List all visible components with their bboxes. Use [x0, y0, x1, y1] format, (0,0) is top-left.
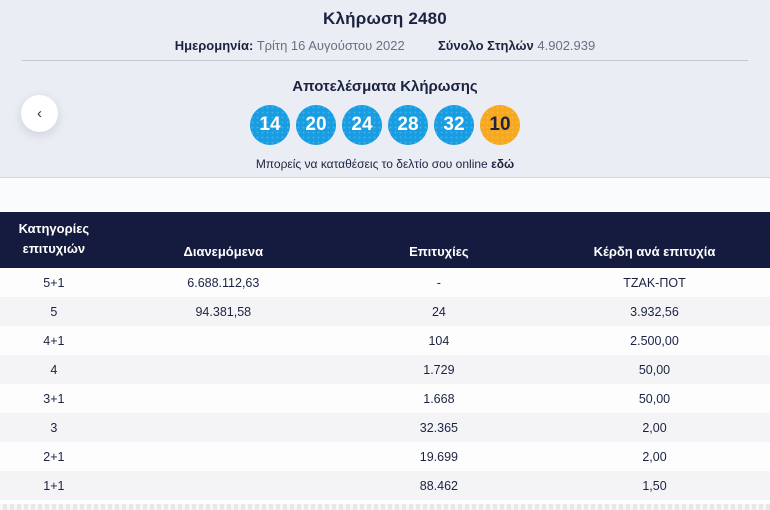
table-row: 3+1 1.668 50,00: [0, 384, 770, 413]
cell-category: 1+1: [43, 478, 65, 493]
cell-winners: 32.365: [419, 420, 458, 435]
column-header-winners: Επιτυχίες: [409, 244, 469, 259]
table-row: 5+1 6.688.112,63 - ΤΖΑΚ-ΠΟΤ: [0, 268, 770, 297]
columns-total-label: Σύνολο Στηλών: [437, 38, 534, 53]
draw-title: Κλήρωση 2480: [323, 9, 447, 28]
header-divider: [22, 60, 748, 61]
cell-winners: 104: [428, 333, 450, 348]
online-submit-link[interactable]: εδώ: [491, 157, 514, 171]
table-row: 4+1 104 2.500,00: [0, 326, 770, 355]
cell-winners: 24: [431, 304, 446, 319]
drawn-number-ball: 14: [250, 105, 290, 145]
cell-winners: 88.462: [419, 478, 458, 493]
cell-category: 2+1: [43, 449, 65, 464]
cell-category: 4: [50, 362, 58, 377]
cell-distributed: 6.688.112,63: [187, 275, 260, 290]
cell-prize: ΤΖΑΚ-ΠΟΤ: [623, 275, 686, 290]
table-row: 2+1 19.699 2,00: [0, 442, 770, 471]
cell-prize: 1,50: [642, 478, 667, 493]
column-header-distributed: Διανεμόμενα: [183, 244, 264, 259]
cell-winners: -: [436, 275, 441, 290]
date-label: Ημερομηνία:: [174, 38, 254, 53]
column-header-prize: Κέρδη ανά επιτυχία: [593, 244, 716, 259]
drawn-number-ball: 32: [434, 105, 474, 145]
cell-category: 4+1: [43, 333, 65, 348]
cell-prize: 2,00: [642, 449, 667, 464]
draw-summary-section: Κλήρωση 2480 Ημερομηνία: Τρίτη 16 Αυγούσ…: [0, 0, 770, 178]
draw-header: Κλήρωση 2480 Ημερομηνία: Τρίτη 16 Αυγούσ…: [0, 0, 770, 55]
cell-prize: 50,00: [638, 362, 671, 377]
previous-draw-button[interactable]: ‹: [21, 95, 58, 132]
columns-total-value: 4.902.939: [537, 38, 596, 53]
draw-results: Αποτελέσματα Κλήρωσης 14 20 24 28 32 10 …: [0, 78, 770, 171]
cell-winners: 1.729: [423, 362, 455, 377]
cell-prize: 2.500,00: [630, 333, 679, 348]
joker-number-ball: 10: [480, 105, 520, 145]
cell-prize: 2,00: [642, 420, 667, 435]
column-header-categories: Κατηγορίες επιτυχιών: [0, 219, 108, 259]
cell-category: 3+1: [43, 391, 65, 406]
prize-table: Κατηγορίες επιτυχιών Διανεμόμενα Επιτυχί…: [0, 212, 770, 500]
drawn-number-ball: 20: [296, 105, 336, 145]
prize-table-header: Κατηγορίες επιτυχιών Διανεμόμενα Επιτυχί…: [0, 212, 770, 268]
section-spacer: [0, 178, 770, 212]
table-row: 1+1 88.462 1,50: [0, 471, 770, 500]
drawn-number-ball: 28: [388, 105, 428, 145]
cell-winners: 1.668: [423, 391, 455, 406]
cell-prize: 3.932,56: [630, 304, 679, 319]
cell-category: 5: [50, 304, 58, 319]
drawn-number-ball: 24: [342, 105, 382, 145]
column-header-label: Κατηγορίες επιτυχιών: [18, 220, 90, 256]
table-row: 5 94.381,58 24 3.932,56: [0, 297, 770, 326]
cell-prize: 50,00: [638, 391, 671, 406]
ticket-perforation-edge: [0, 502, 770, 510]
results-title: Αποτελέσματα Κλήρωσης: [292, 78, 478, 95]
cell-category: 3: [50, 420, 58, 435]
perforation-pattern: [0, 504, 770, 510]
cell-winners: 19.699: [419, 449, 458, 464]
draw-meta: Ημερομηνία: Τρίτη 16 Αυγούστου 2022 Σύνο…: [0, 38, 770, 53]
table-row: 4 1.729 50,00: [0, 355, 770, 384]
online-submit-note: Μπορείς να καταθέσεις το δελτίο σου onli…: [0, 157, 770, 171]
online-note-text: Μπορείς να καταθέσεις το δελτίο σου onli…: [255, 157, 488, 171]
table-row: 3 32.365 2,00: [0, 413, 770, 442]
cell-distributed: 94.381,58: [195, 304, 252, 319]
chevron-left-icon: ‹: [37, 105, 42, 122]
cell-category: 5+1: [43, 275, 65, 290]
drawn-numbers: 14 20 24 28 32 10: [0, 104, 770, 146]
date-value: Τρίτη 16 Αυγούστου 2022: [256, 38, 405, 53]
